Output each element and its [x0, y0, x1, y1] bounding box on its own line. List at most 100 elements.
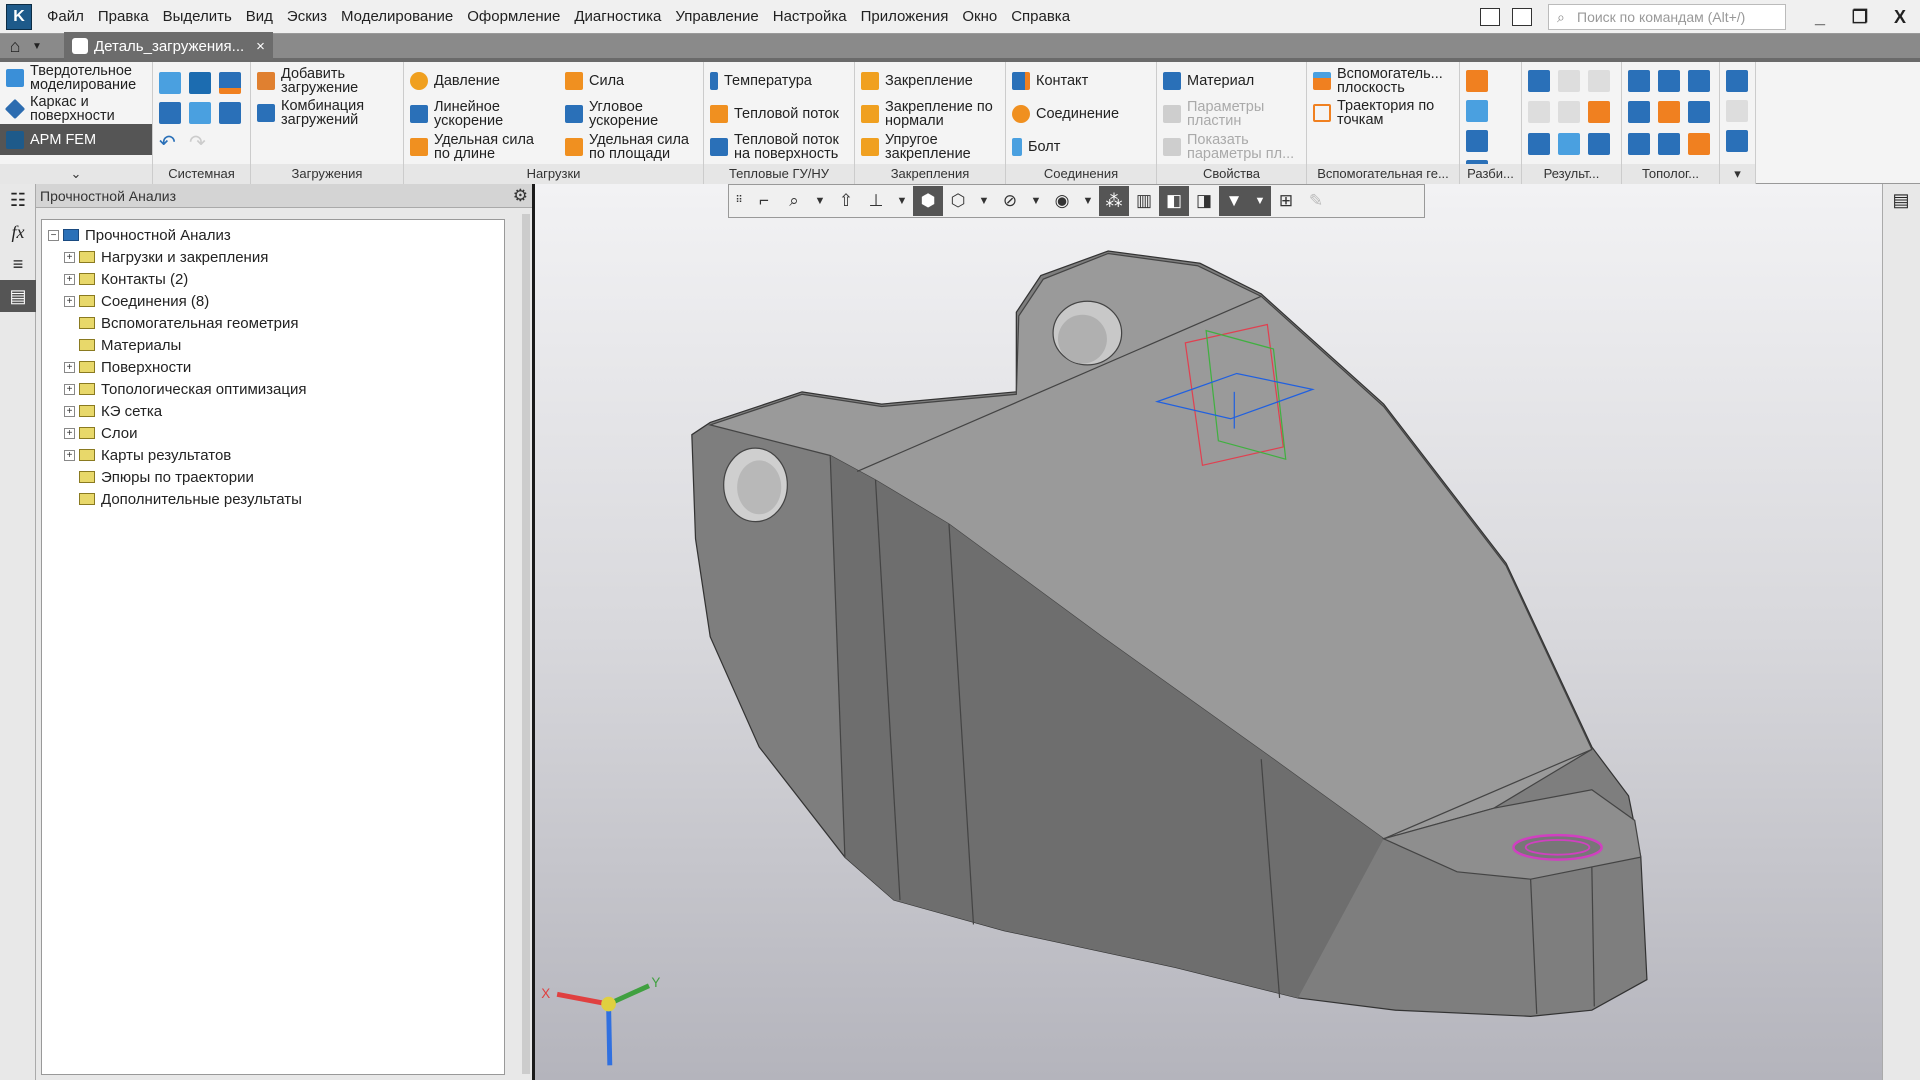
expand-icon[interactable]: +	[64, 405, 75, 417]
expand-icon[interactable]: +	[64, 251, 75, 263]
restore-button[interactable]: ❐	[1840, 7, 1880, 28]
force-per-area-button[interactable]: Удельная сила по площади	[565, 132, 699, 162]
orientation-icon[interactable]: ⊥	[861, 186, 891, 216]
result-map-icon[interactable]	[1528, 70, 1550, 92]
joint-button[interactable]: Соединение	[1012, 99, 1119, 129]
expand-icon[interactable]: +	[64, 295, 75, 307]
visibility-icon[interactable]: ◉	[1047, 186, 1077, 216]
layers-icon[interactable]: ≡	[0, 248, 36, 280]
preview-icon[interactable]	[189, 102, 211, 124]
ribbon-expand-icon[interactable]: ⌄	[0, 164, 152, 184]
linear-accel-button[interactable]: Линейное ускорение	[410, 99, 559, 129]
menu-window[interactable]: Окно	[955, 8, 1004, 25]
pointer-icon[interactable]	[1726, 100, 1748, 122]
command-search-input[interactable]: Поиск по командам (Alt+/)	[1548, 4, 1786, 30]
menu-apps[interactable]: Приложения	[854, 8, 956, 25]
tree-item[interactable]: + Карты результатов	[42, 444, 504, 466]
menu-edit[interactable]: Правка	[91, 8, 156, 25]
properties-panel-icon[interactable]: ▤	[1883, 184, 1919, 216]
chevron-down-icon[interactable]: ▼	[809, 186, 831, 216]
crane-icon[interactable]: ⊞	[1271, 186, 1301, 216]
group-label[interactable]: Тепловые ГУ/НУ	[704, 164, 854, 184]
angular-accel-button[interactable]: Угловое ускорение	[565, 99, 699, 129]
home-icon[interactable]: ⌂	[0, 36, 30, 57]
add-loadcase-button[interactable]: Добавить загружение	[257, 66, 381, 96]
group-label[interactable]: Закрепления	[855, 164, 1005, 184]
menu-view[interactable]: Вид	[239, 8, 280, 25]
bolt-button[interactable]: Болт	[1012, 132, 1119, 162]
menu-help[interactable]: Справка	[1004, 8, 1077, 25]
chevron-down-icon[interactable]: ▼	[973, 186, 995, 216]
tree-item[interactable]: + Соединения (8)	[42, 290, 504, 312]
tree-item[interactable]: Материалы	[42, 334, 504, 356]
chevron-down-icon[interactable]: ▼	[1249, 186, 1271, 216]
temperature-button[interactable]: Температура	[710, 66, 849, 96]
probe-icon[interactable]	[1588, 132, 1610, 155]
tree-item[interactable]: + КЭ сетка	[42, 400, 504, 422]
report-icon[interactable]	[1726, 70, 1748, 92]
disabled-icon[interactable]	[1528, 101, 1550, 124]
hide-icon[interactable]: ⊘	[995, 186, 1025, 216]
expand-icon[interactable]: +	[64, 383, 75, 395]
tree-item[interactable]: + Поверхности	[42, 356, 504, 378]
layers-display-icon[interactable]: ◨	[1189, 186, 1219, 216]
constraints-icon[interactable]: ⁂	[1099, 186, 1129, 216]
filter-icon[interactable]: ▼	[1219, 186, 1249, 216]
normal-fixation-button[interactable]: Закрепление по нормали	[861, 99, 1003, 129]
menu-select[interactable]: Выделить	[156, 8, 239, 25]
expand-icon[interactable]: +	[64, 427, 75, 439]
tree-item[interactable]: + Топологическая оптимизация	[42, 378, 504, 400]
section-icon[interactable]: ▥	[1129, 186, 1159, 216]
close-tab-icon[interactable]: ×	[256, 38, 265, 55]
pressure-button[interactable]: Давление	[410, 66, 559, 96]
solve-topology-icon[interactable]	[1658, 132, 1680, 155]
eyedropper-icon[interactable]: ✎	[1301, 186, 1331, 216]
group-label[interactable]: Нагрузки	[404, 164, 703, 184]
close-button[interactable]: X	[1880, 7, 1920, 28]
disabled-icon[interactable]	[1558, 101, 1580, 124]
menu-management[interactable]: Управление	[668, 8, 765, 25]
menu-diagnostics[interactable]: Диагностика	[567, 8, 668, 25]
gear-icon[interactable]: ⚙	[513, 184, 528, 208]
expand-icon[interactable]: +	[64, 361, 75, 373]
plate-params-button[interactable]: Параметры пластин	[1163, 99, 1297, 129]
sketch-select-icon[interactable]: ⌐	[749, 186, 779, 216]
camera-icon[interactable]	[1726, 130, 1748, 152]
density-icon[interactable]	[1658, 101, 1680, 124]
calculator-icon[interactable]	[1466, 130, 1488, 152]
disabled-icon[interactable]	[1588, 70, 1610, 92]
3d-viewport[interactable]	[535, 184, 1882, 1080]
minimize-button[interactable]: _	[1800, 7, 1840, 28]
chevron-down-icon[interactable]: ▼	[1077, 186, 1099, 216]
reactions-icon[interactable]	[1588, 101, 1610, 124]
tree-item[interactable]: + Контакты (2)	[42, 268, 504, 290]
frequency-icon[interactable]	[1688, 101, 1710, 124]
chevron-down-icon[interactable]: ▼	[30, 41, 44, 52]
document-tab[interactable]: Деталь_загружения... ×	[64, 32, 273, 60]
chevron-down-icon[interactable]: ▼	[1025, 186, 1047, 216]
show-plate-params-button[interactable]: Показать параметры пл...	[1163, 132, 1297, 162]
new-file-icon[interactable]	[159, 72, 181, 94]
surface-heat-flux-button[interactable]: Тепловой поток на поверхность	[710, 132, 849, 162]
normal-view-icon[interactable]: ⇧	[831, 186, 861, 216]
save-as-icon[interactable]	[219, 102, 241, 124]
stl-icon[interactable]	[1688, 132, 1710, 155]
scrollbar[interactable]	[522, 214, 530, 1074]
variables-fx-icon[interactable]: fx	[0, 216, 36, 248]
mode-wireframe[interactable]: Каркас и поверхности	[0, 93, 152, 124]
combine-loadcases-button[interactable]: Комбинация загружений	[257, 98, 381, 128]
grip-icon[interactable]: ⠿	[729, 186, 749, 216]
chevron-down-icon[interactable]: ▼	[891, 186, 913, 216]
tree-item[interactable]: + Нагрузки и закрепления	[42, 246, 504, 268]
aux-plane-button[interactable]: Вспомогатель... плоскость	[1313, 66, 1452, 96]
analysis-tree-icon[interactable]: ▤	[0, 280, 36, 312]
graph-icon[interactable]	[1628, 70, 1650, 92]
menu-sketch[interactable]: Эскиз	[280, 8, 334, 25]
group-label[interactable]: Результ...	[1522, 164, 1621, 184]
group-label[interactable]: Соединения	[1006, 164, 1156, 184]
material-button[interactable]: Материал	[1163, 66, 1297, 96]
menu-modeling[interactable]: Моделирование	[334, 8, 460, 25]
expand-icon[interactable]: +	[64, 273, 75, 285]
wireframe-view-icon[interactable]: ⬡	[943, 186, 973, 216]
fixation-button[interactable]: Закрепление	[861, 66, 1003, 96]
